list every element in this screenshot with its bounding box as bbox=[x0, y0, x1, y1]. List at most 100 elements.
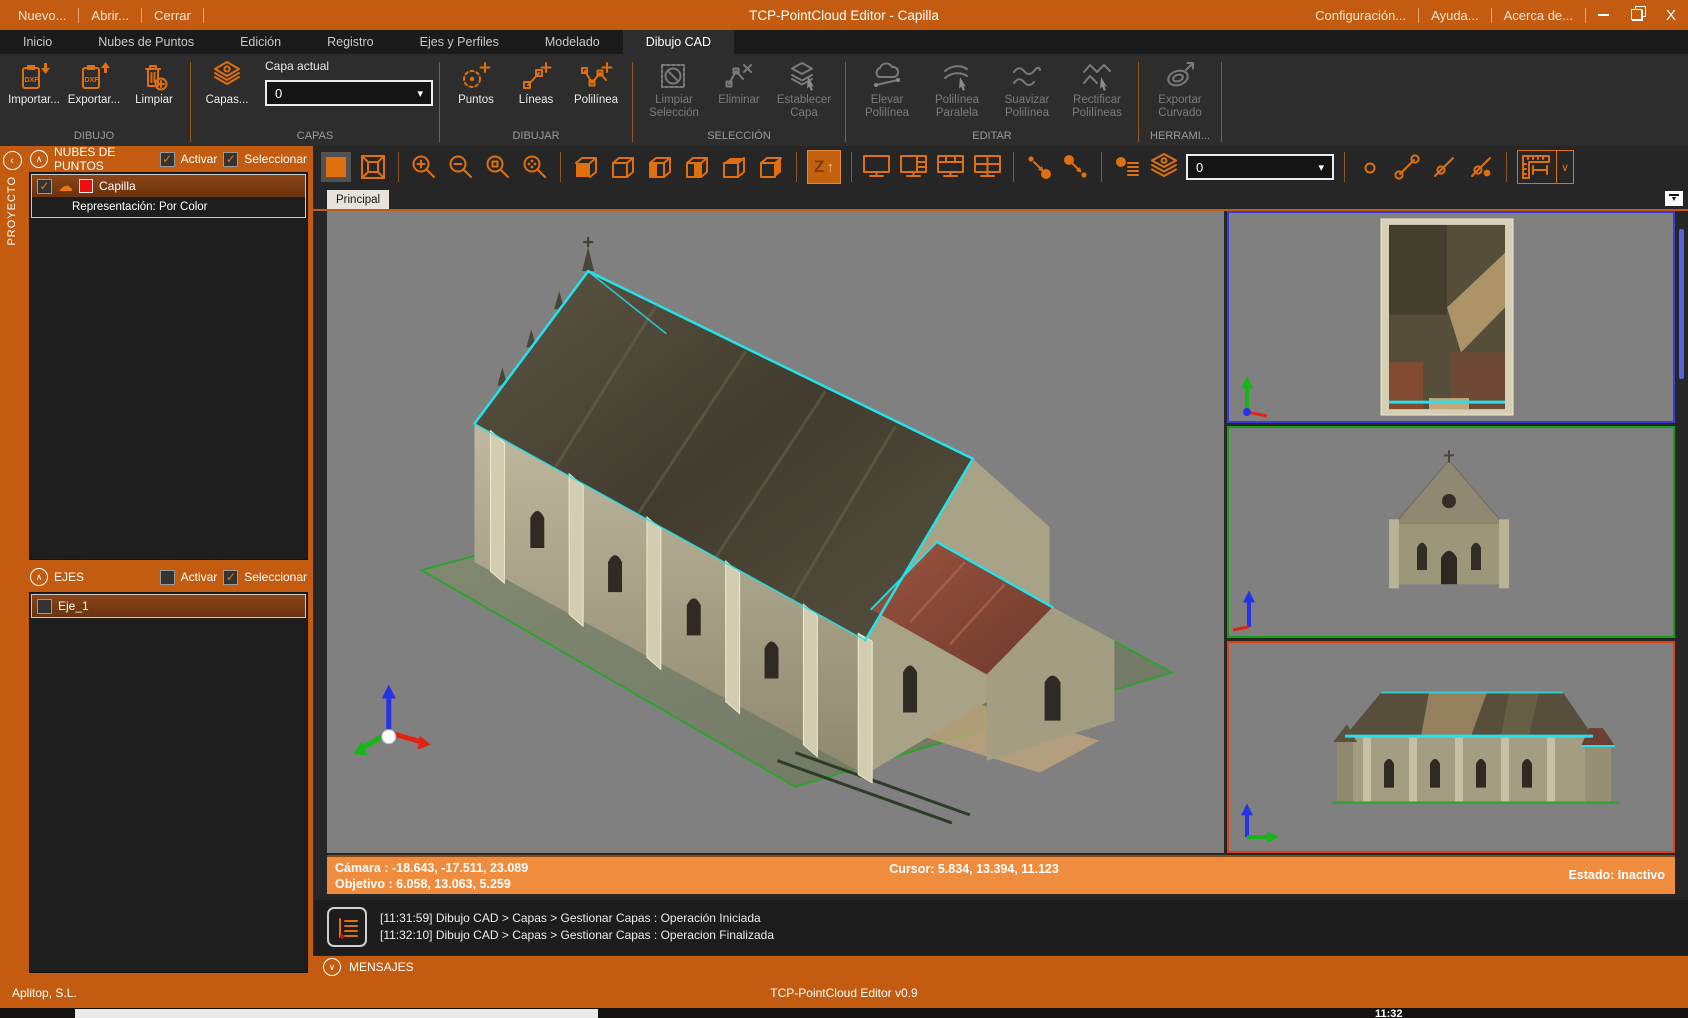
divider bbox=[439, 62, 440, 142]
chevron-up-icon[interactable]: ∧ bbox=[30, 568, 48, 586]
exportar-button[interactable]: DXF Exportar... bbox=[64, 57, 124, 107]
exportar-label: Exportar... bbox=[68, 94, 120, 107]
view-left-icon[interactable] bbox=[645, 152, 675, 182]
taskbar-window[interactable] bbox=[75, 1009, 598, 1018]
snap-point-icon[interactable] bbox=[1355, 152, 1385, 182]
z-up-button[interactable]: Z ↑ bbox=[807, 150, 841, 184]
limpiar-seleccion-button[interactable]: Limpiar Selección bbox=[639, 57, 709, 120]
rectify-polylines-icon bbox=[1080, 58, 1114, 94]
capa-actual-dropdown[interactable]: 0 ▾ bbox=[265, 80, 433, 106]
view-right-icon[interactable] bbox=[682, 152, 712, 182]
messages-panel-header[interactable]: ∨ MENSAJES bbox=[313, 956, 1688, 978]
snap-line-endpoints-icon[interactable] bbox=[1392, 152, 1422, 182]
menu-configuracion[interactable]: Configuración... bbox=[1303, 8, 1418, 23]
tab-principal[interactable]: Principal bbox=[327, 190, 389, 210]
ribbon-tab-row: Inicio Nubes de Puntos Edición Registro … bbox=[0, 30, 1688, 54]
chevron-down-icon[interactable]: ∨ bbox=[323, 958, 341, 976]
menu-acerca-de[interactable]: Acerca de... bbox=[1492, 8, 1585, 23]
collapse-sidebar-button[interactable]: ‹ bbox=[3, 151, 22, 170]
view-back-icon[interactable] bbox=[608, 152, 638, 182]
zoom-extents-icon[interactable] bbox=[520, 152, 550, 182]
layout-single-icon[interactable] bbox=[862, 152, 892, 182]
collapse-viewport-button[interactable]: ▼ bbox=[1665, 191, 1683, 206]
tab-registro[interactable]: Registro bbox=[304, 30, 397, 54]
tab-nubes-de-puntos[interactable]: Nubes de Puntos bbox=[75, 30, 217, 54]
restore-button[interactable] bbox=[1620, 0, 1654, 30]
divider bbox=[203, 8, 204, 23]
ejes-seleccionar-checkbox[interactable] bbox=[223, 570, 238, 585]
restore-icon bbox=[1632, 10, 1643, 21]
dxf-import-icon: DXF bbox=[18, 58, 50, 94]
top-view-viewport[interactable] bbox=[1227, 211, 1675, 423]
view-top-icon[interactable] bbox=[719, 152, 749, 182]
chevron-up-icon[interactable]: ∧ bbox=[30, 150, 48, 168]
front-view-viewport[interactable] bbox=[1227, 426, 1675, 638]
point-size-decrease-icon[interactable] bbox=[1061, 152, 1091, 182]
axes-panel-title: EJES bbox=[54, 570, 154, 584]
point-list-icon[interactable] bbox=[1112, 152, 1142, 182]
rectificar-polilineas-button[interactable]: Rectificar Polilíneas bbox=[1062, 57, 1132, 120]
pointclouds-panel-title: NUBES DE PUNTOS bbox=[54, 145, 154, 173]
layout-three-icon[interactable] bbox=[936, 152, 966, 182]
nubes-seleccionar-checkbox[interactable] bbox=[223, 152, 238, 167]
elevar-polilinea-button[interactable]: Elevar Polilínea bbox=[852, 57, 922, 120]
snap-line-midpoint-icon[interactable] bbox=[1429, 152, 1459, 182]
polilinea-button[interactable]: Polilínea bbox=[566, 57, 626, 107]
tab-dibujo-cad[interactable]: Dibujo CAD bbox=[623, 30, 734, 54]
menu-cerrar[interactable]: Cerrar bbox=[142, 8, 203, 23]
layout-four-icon[interactable] bbox=[973, 152, 1003, 182]
limpiar-button[interactable]: Limpiar bbox=[124, 57, 184, 107]
nubes-activar-checkbox[interactable] bbox=[160, 152, 175, 167]
dimension-tool-button[interactable]: ∨ bbox=[1517, 150, 1574, 184]
tab-inicio[interactable]: Inicio bbox=[0, 30, 75, 54]
os-taskbar[interactable]: 11:32 bbox=[0, 1008, 1688, 1018]
establecer-capa-button[interactable]: Establecer Capa bbox=[769, 57, 839, 120]
frustum-view-icon[interactable] bbox=[358, 152, 388, 182]
snap-line-nearest-icon[interactable] bbox=[1466, 152, 1496, 182]
menu-ayuda[interactable]: Ayuda... bbox=[1419, 8, 1490, 23]
layers-icon[interactable] bbox=[1149, 152, 1179, 182]
layer-dropdown[interactable]: 0 ▾ bbox=[1186, 154, 1334, 180]
pointcloud-item-capilla[interactable]: ☁ Capilla bbox=[32, 175, 305, 197]
exportar-curvado-button[interactable]: Exportar Curvado bbox=[1145, 57, 1215, 120]
z-label: Z bbox=[814, 157, 824, 177]
taskbar-clock: 11:32 bbox=[1375, 1008, 1403, 1018]
minimize-button[interactable] bbox=[1586, 0, 1620, 30]
lineas-button[interactable]: Líneas bbox=[506, 57, 566, 107]
point-size-increase-icon[interactable] bbox=[1024, 152, 1054, 182]
polilinea-paralela-button[interactable]: Polilínea Paralela bbox=[922, 57, 992, 120]
capas-button[interactable]: Capas... bbox=[197, 57, 257, 107]
single-viewport-icon[interactable] bbox=[321, 152, 351, 182]
close-button[interactable]: X bbox=[1654, 0, 1688, 30]
eliminar-label: Eliminar bbox=[718, 94, 760, 107]
menu-abrir[interactable]: Abrir... bbox=[79, 8, 141, 23]
suavizar-polilinea-button[interactable]: Suavizar Polilínea bbox=[992, 57, 1062, 120]
view-front-icon[interactable] bbox=[571, 152, 601, 182]
layout-two-icon[interactable] bbox=[899, 152, 929, 182]
rectificar-polilineas-label: Rectificar Polilíneas bbox=[1064, 94, 1130, 120]
eje1-checkbox[interactable] bbox=[37, 599, 52, 614]
viewport-scrollbar[interactable] bbox=[1679, 229, 1684, 379]
axis-item-eje1[interactable]: Eje_1 bbox=[32, 595, 305, 617]
eliminar-button[interactable]: Eliminar bbox=[709, 57, 769, 107]
puntos-button[interactable]: Puntos bbox=[446, 57, 506, 107]
tab-edicion[interactable]: Edición bbox=[217, 30, 304, 54]
side-view-viewport[interactable] bbox=[1227, 641, 1675, 853]
zoom-window-icon[interactable] bbox=[483, 152, 513, 182]
representation-label: Representación: Por Color bbox=[72, 201, 208, 213]
tab-ejes-y-perfiles[interactable]: Ejes y Perfiles bbox=[397, 30, 522, 54]
nubes-activar-label: Activar bbox=[181, 152, 218, 166]
zoom-in-icon[interactable] bbox=[409, 152, 439, 182]
ejes-activar-checkbox[interactable] bbox=[160, 570, 175, 585]
ribbon-group-seleccion: Limpiar Selección Eliminar Establecer Ca… bbox=[635, 54, 843, 146]
color-swatch[interactable] bbox=[79, 179, 93, 193]
tab-modelado[interactable]: Modelado bbox=[522, 30, 623, 54]
menu-nuevo[interactable]: Nuevo... bbox=[6, 8, 78, 23]
viewport-area bbox=[313, 209, 1688, 853]
zoom-out-icon[interactable] bbox=[446, 152, 476, 182]
view-bottom-icon[interactable] bbox=[756, 152, 786, 182]
main-viewport[interactable] bbox=[327, 211, 1224, 853]
importar-button[interactable]: DXF Importar... bbox=[4, 57, 64, 107]
capilla-checkbox[interactable] bbox=[37, 179, 52, 194]
chevron-down-icon[interactable]: ∨ bbox=[1556, 151, 1573, 183]
